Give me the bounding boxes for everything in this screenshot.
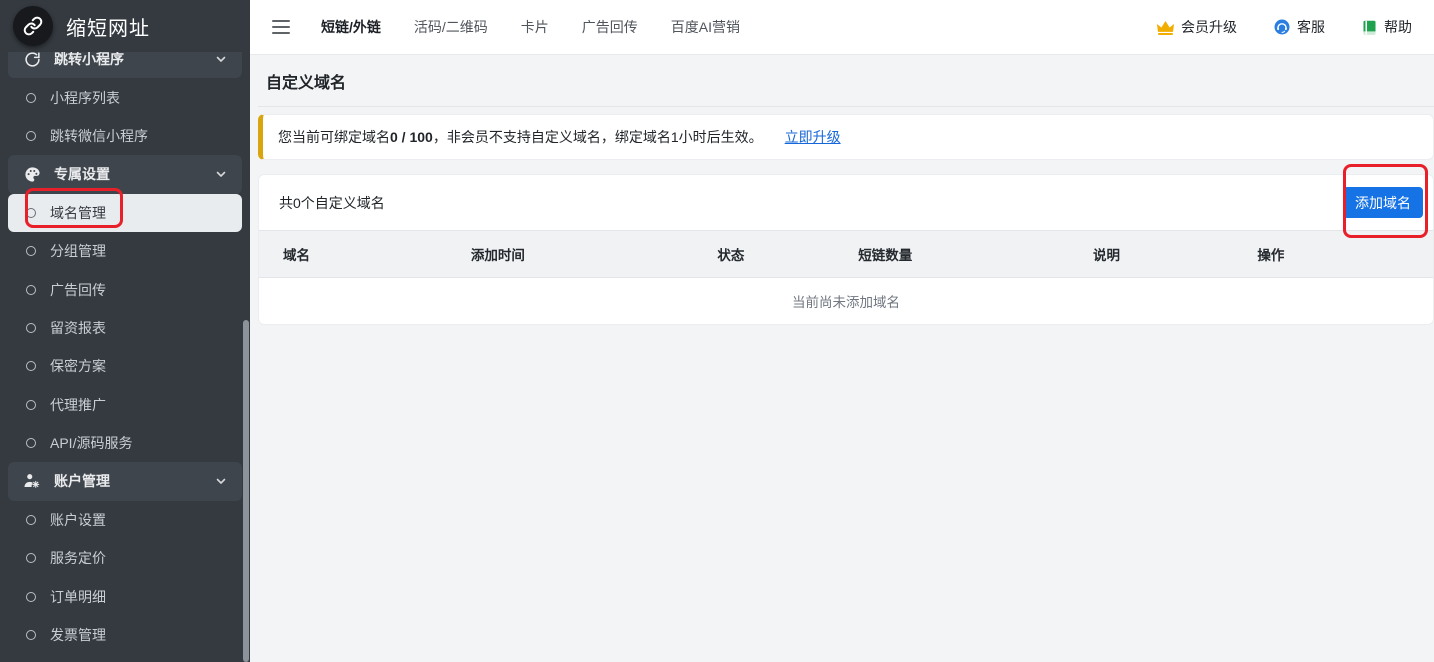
sidebar-section-account-management[interactable]: 账户管理 (8, 462, 242, 500)
circle-bullet-icon (26, 515, 36, 525)
sidebar-item-group-management[interactable]: 分组管理 (0, 232, 250, 270)
tab-baidu-ai[interactable]: 百度AI营销 (671, 17, 740, 37)
chevron-down-icon (215, 53, 228, 66)
circle-bullet-icon (26, 592, 36, 602)
sidebar-item-api-source-service[interactable]: API/源码服务 (0, 424, 250, 462)
upgrade-now-link[interactable]: 立即升级 (785, 127, 841, 147)
circle-bullet-icon (26, 400, 36, 410)
column-header-1: 域名 (259, 231, 447, 278)
sidebar-item-jump-wechat-miniprogram[interactable]: 跳转微信小程序 (0, 117, 250, 155)
tab-short-link[interactable]: 短链/外链 (321, 17, 381, 37)
action-label: 帮助 (1384, 17, 1412, 37)
sidebar-item-domain-management[interactable]: 域名管理 (8, 194, 242, 232)
sidebar-scrollbar[interactable] (243, 320, 249, 662)
quota-notice-bar: 您当前可绑定域名0 / 100，非会员不支持自定义域名，绑定域名1小时后生效。 … (258, 114, 1434, 160)
user-gear-icon (23, 472, 41, 490)
circle-bullet-icon (26, 131, 36, 141)
sidebar-item-label: 发票管理 (50, 625, 250, 645)
notice-quota: 0 / 100 (390, 129, 433, 145)
main-content: 自定义域名 您当前可绑定域名0 / 100，非会员不支持自定义域名，绑定域名1小… (250, 55, 1434, 662)
sidebar-item-label: 留资报表 (50, 318, 250, 338)
sidebar-section-exclusive-settings[interactable]: 专属设置 (8, 155, 242, 193)
topnav-actions: 会员升级 客服 帮助 (1156, 17, 1412, 37)
app-title: 缩短网址 (66, 12, 150, 41)
sidebar-item-lead-report[interactable]: 留资报表 (0, 309, 250, 347)
page-title: 自定义域名 (266, 69, 346, 93)
circle-bullet-icon (26, 438, 36, 448)
sidebar-item-label: 账户管理 (54, 471, 215, 491)
sidebar-item-miniprogram-list[interactable]: 小程序列表 (0, 78, 250, 116)
menu-toggle-icon[interactable] (272, 20, 290, 34)
app-logo[interactable]: 缩短网址 (0, 0, 250, 52)
sidebar-item-label: 代理推广 (50, 395, 250, 415)
top-navigation: 短链/外链 活码/二维码 卡片 广告回传 百度AI营销 会员升级 客服 帮助 (250, 0, 1434, 55)
sidebar-item-label: 专属设置 (54, 164, 215, 184)
sidebar-item-label: 跳转微信小程序 (50, 126, 250, 146)
table-toolbar: 共0个自定义域名 添加域名 (259, 175, 1433, 230)
sidebar-menu: 跳转小程序小程序列表跳转微信小程序专属设置域名管理分组管理广告回传留资报表保密方… (0, 40, 250, 654)
sidebar: 跳转小程序小程序列表跳转微信小程序专属设置域名管理分组管理广告回传留资报表保密方… (0, 0, 250, 662)
help-button[interactable]: 帮助 (1361, 17, 1412, 37)
sidebar-item-label: 分组管理 (50, 241, 250, 261)
empty-state-text: 当前尚未添加域名 (259, 278, 1433, 325)
sidebar-item-label: 域名管理 (50, 203, 242, 223)
column-header-4: 短链数量 (834, 231, 1069, 278)
domain-count-summary: 共0个自定义域名 (279, 193, 385, 213)
sidebar-item-label: 小程序列表 (50, 88, 250, 108)
sidebar-item-ad-callback[interactable]: 广告回传 (0, 270, 250, 308)
member-upgrade-button[interactable]: 会员升级 (1156, 17, 1237, 37)
domain-table-card: 共0个自定义域名 添加域名 域名添加时间状态短链数量说明操作 当前尚未添加域名 (258, 174, 1434, 325)
sidebar-item-invoice-management[interactable]: 发票管理 (0, 616, 250, 654)
circle-bullet-icon (26, 553, 36, 563)
sidebar-item-label: 广告回传 (50, 280, 250, 300)
help-book-icon (1361, 19, 1378, 36)
crown-icon (1156, 18, 1175, 37)
sidebar-item-label: 账户设置 (50, 510, 250, 530)
column-header-5: 说明 (1069, 231, 1233, 278)
sidebar-item-label: 订单明细 (50, 587, 250, 607)
sidebar-item-order-details[interactable]: 订单明细 (0, 577, 250, 615)
circle-bullet-icon (26, 361, 36, 371)
chevron-down-icon (215, 475, 228, 488)
circle-bullet-icon (26, 208, 36, 218)
notice-text-prefix: 您当前可绑定域名 (278, 127, 390, 147)
table-empty-row: 当前尚未添加域名 (259, 278, 1433, 325)
link-icon (13, 6, 53, 46)
sidebar-item-agent-promotion[interactable]: 代理推广 (0, 386, 250, 424)
tab-card[interactable]: 卡片 (521, 17, 549, 37)
table-header-row: 域名添加时间状态短链数量说明操作 (259, 231, 1433, 278)
headset-support-icon (1273, 18, 1291, 36)
sidebar-item-label: 保密方案 (50, 356, 250, 376)
sidebar-item-label: 服务定价 (50, 548, 250, 568)
circle-bullet-icon (26, 246, 36, 256)
topnav-tabs: 短链/外链 活码/二维码 卡片 广告回传 百度AI营销 (321, 17, 740, 37)
column-header-3: 状态 (693, 231, 834, 278)
circle-bullet-icon (26, 93, 36, 103)
action-label: 会员升级 (1181, 17, 1237, 37)
circle-bullet-icon (26, 285, 36, 295)
notice-text-suffix: ，非会员不支持自定义域名，绑定域名1小时后生效。 (433, 127, 763, 147)
sidebar-item-label: 跳转小程序 (54, 49, 215, 69)
customer-service-button[interactable]: 客服 (1273, 17, 1325, 37)
tab-live-code[interactable]: 活码/二维码 (414, 17, 488, 37)
sidebar-item-account-settings[interactable]: 账户设置 (0, 501, 250, 539)
sidebar-item-privacy-plan[interactable]: 保密方案 (0, 347, 250, 385)
add-domain-button[interactable]: 添加域名 (1343, 187, 1423, 218)
sidebar-item-service-pricing[interactable]: 服务定价 (0, 539, 250, 577)
domain-table: 域名添加时间状态短链数量说明操作 当前尚未添加域名 (259, 230, 1433, 324)
tab-ad-callback[interactable]: 广告回传 (582, 17, 638, 37)
action-label: 客服 (1297, 17, 1325, 37)
column-header-2: 添加时间 (447, 231, 694, 278)
sidebar-item-label: API/源码服务 (50, 433, 250, 453)
circle-bullet-icon (26, 323, 36, 333)
chevron-down-icon (215, 168, 228, 181)
palette-icon (23, 165, 41, 183)
title-bar: 自定义域名 (258, 55, 1434, 107)
refresh-arrow-icon (23, 50, 41, 68)
column-header-6: 操作 (1233, 231, 1433, 278)
circle-bullet-icon (26, 630, 36, 640)
